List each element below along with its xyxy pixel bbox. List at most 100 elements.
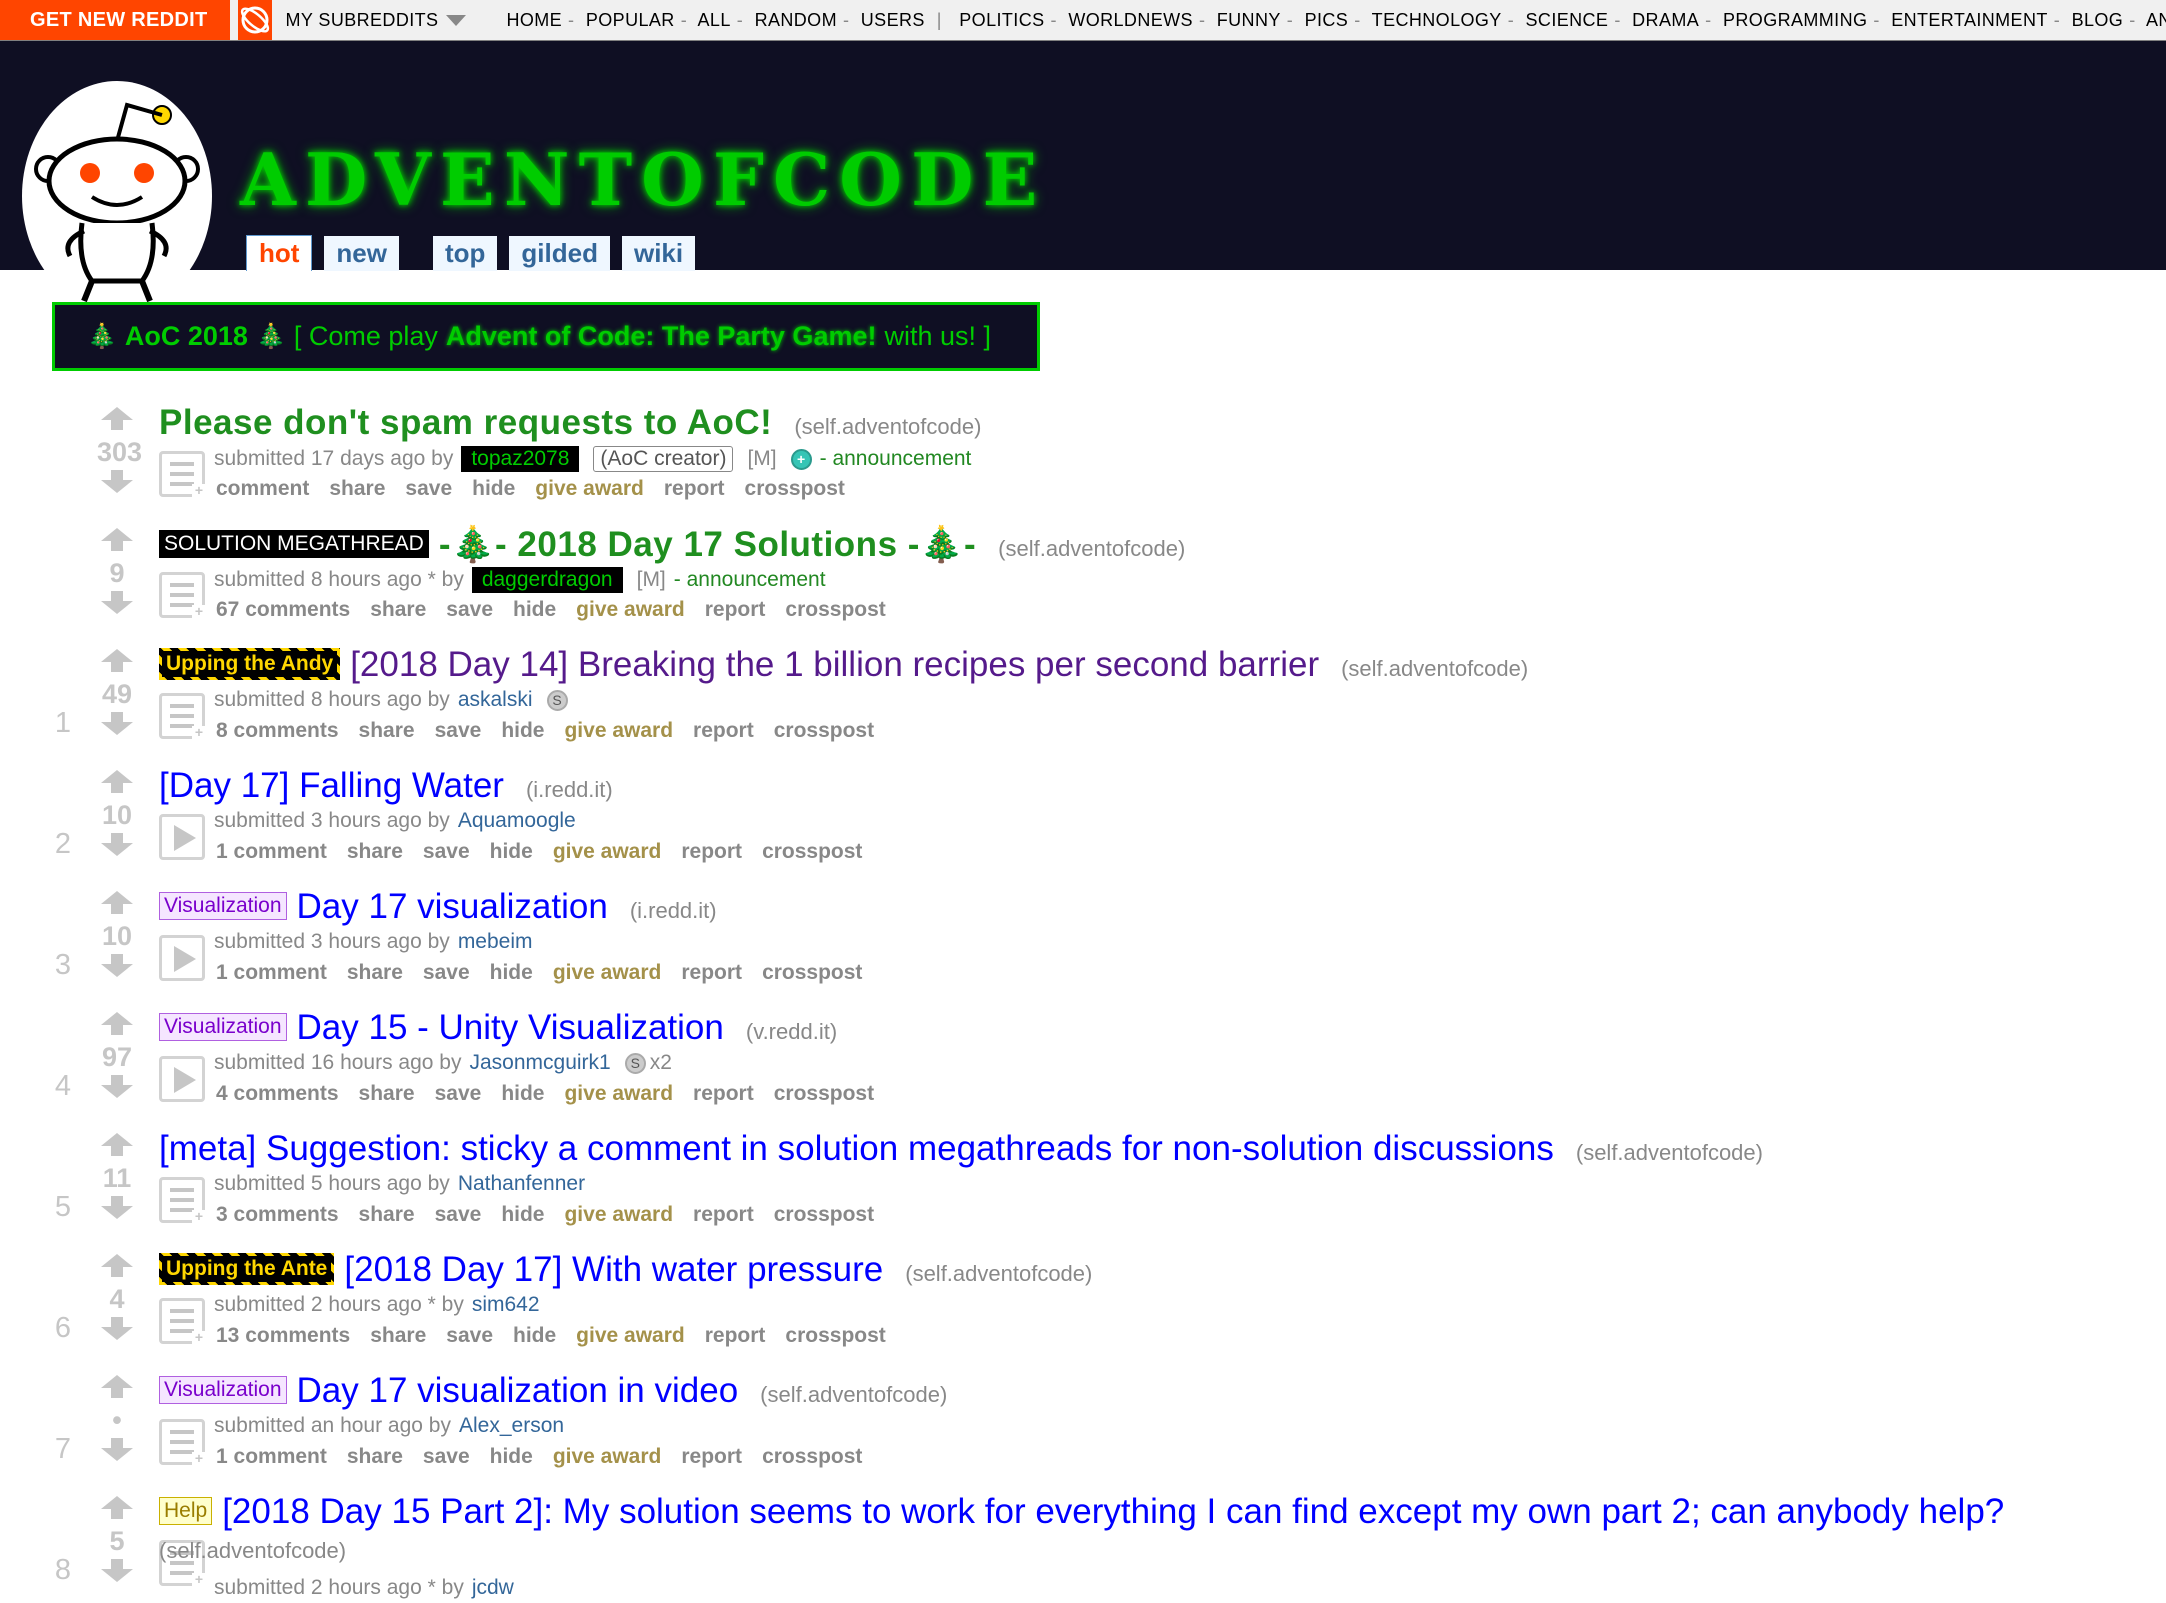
save-button[interactable]: save <box>423 961 470 984</box>
hide-button[interactable]: hide <box>490 961 533 984</box>
share-button[interactable]: share <box>359 1203 415 1226</box>
report-button[interactable]: report <box>693 719 754 742</box>
share-button[interactable]: share <box>329 477 385 500</box>
share-button[interactable]: share <box>370 598 426 621</box>
give-award-button[interactable]: give award <box>564 1082 673 1105</box>
sub-drama[interactable]: DRAMA <box>1632 10 1699 30</box>
hide-button[interactable]: hide <box>513 598 556 621</box>
report-button[interactable]: report <box>681 961 742 984</box>
post-title[interactable]: [Day 17] Falling Water <box>159 766 504 806</box>
downvote-arrow-icon[interactable] <box>101 1559 133 1582</box>
sub-programming[interactable]: PROGRAMMING <box>1723 10 1867 30</box>
upvote-arrow-icon[interactable] <box>101 1133 133 1156</box>
save-button[interactable]: save <box>423 1445 470 1468</box>
post-author[interactable]: mebeim <box>458 930 533 954</box>
crosspost-button[interactable]: crosspost <box>774 719 874 742</box>
hide-button[interactable]: hide <box>501 1203 544 1226</box>
downvote-arrow-icon[interactable] <box>101 1317 133 1340</box>
upvote-arrow-icon[interactable] <box>101 528 133 551</box>
self-post-icon[interactable]: + <box>159 572 206 619</box>
comments-link[interactable]: 13 comments <box>216 1324 350 1347</box>
post-author[interactable]: Jasonmcguirk1 <box>470 1051 611 1075</box>
downvote-arrow-icon[interactable] <box>101 833 133 856</box>
downvote-arrow-icon[interactable] <box>101 470 133 493</box>
downvote-arrow-icon[interactable] <box>101 1438 133 1461</box>
post-flair[interactable]: Help <box>159 1497 213 1525</box>
hide-button[interactable]: hide <box>501 1082 544 1105</box>
give-award-button[interactable]: give award <box>564 1203 673 1226</box>
hide-button[interactable]: hide <box>490 840 533 863</box>
nav-random[interactable]: RANDOM <box>755 10 837 30</box>
downvote-arrow-icon[interactable] <box>101 1196 133 1219</box>
nav-popular[interactable]: POPULAR <box>586 10 675 30</box>
save-button[interactable]: save <box>423 840 470 863</box>
nav-all[interactable]: ALL <box>698 10 731 30</box>
hide-button[interactable]: hide <box>513 1324 556 1347</box>
tab-hot[interactable]: hot <box>246 235 313 271</box>
report-button[interactable]: report <box>664 477 725 500</box>
post-author[interactable]: daggerdragon <box>471 567 623 593</box>
give-award-button[interactable]: give award <box>576 598 685 621</box>
self-post-icon[interactable]: + <box>159 451 206 498</box>
sub-entertainment[interactable]: ENTERTAINMENT <box>1891 10 2048 30</box>
post-flair[interactable]: Visualization <box>159 892 287 920</box>
give-award-button[interactable]: give award <box>553 1445 662 1468</box>
upvote-arrow-icon[interactable] <box>101 1496 133 1519</box>
self-post-icon[interactable]: + <box>159 1419 206 1466</box>
post-author[interactable]: sim642 <box>472 1293 540 1317</box>
report-button[interactable]: report <box>681 1445 742 1468</box>
nav-home[interactable]: HOME <box>506 10 562 30</box>
share-button[interactable]: share <box>359 719 415 742</box>
post-flair[interactable]: Visualization <box>159 1013 287 1041</box>
comments-link[interactable]: 1 comment <box>216 961 327 984</box>
post-flair[interactable]: SOLUTION MEGATHREAD <box>159 530 429 558</box>
post-domain[interactable]: (self.adventofcode) <box>905 1261 1092 1287</box>
give-award-button[interactable]: give award <box>564 719 673 742</box>
sub-politics[interactable]: POLITICS <box>959 10 1044 30</box>
downvote-arrow-icon[interactable] <box>101 591 133 614</box>
reddit-alien-logo[interactable] <box>22 81 212 311</box>
crosspost-button[interactable]: crosspost <box>774 1082 874 1105</box>
report-button[interactable]: report <box>705 1324 766 1347</box>
upvote-arrow-icon[interactable] <box>101 407 133 430</box>
save-button[interactable]: save <box>435 719 482 742</box>
downvote-arrow-icon[interactable] <box>101 954 133 977</box>
post-title[interactable]: -🎄- 2018 Day 17 Solutions -🎄- <box>439 524 976 565</box>
give-award-button[interactable]: give award <box>576 1324 685 1347</box>
nav-users[interactable]: USERS <box>861 10 925 30</box>
self-post-icon[interactable]: + <box>159 1298 206 1345</box>
post-title[interactable]: Day 17 visualization <box>297 887 608 927</box>
post-domain[interactable]: (i.redd.it) <box>630 898 717 924</box>
announcement-flair[interactable]: - announcement <box>820 447 972 471</box>
crosspost-button[interactable]: crosspost <box>762 1445 862 1468</box>
comments-link[interactable]: 8 comments <box>216 719 339 742</box>
tab-gilded[interactable]: gilded <box>509 236 610 271</box>
comments-link[interactable]: comment <box>216 477 309 500</box>
share-button[interactable]: share <box>347 840 403 863</box>
comments-link[interactable]: 3 comments <box>216 1203 339 1226</box>
play-icon[interactable] <box>159 935 205 981</box>
crosspost-button[interactable]: crosspost <box>745 477 845 500</box>
subreddit-name[interactable]: ADVENTOFCODE <box>240 137 1046 222</box>
upvote-arrow-icon[interactable] <box>101 1254 133 1277</box>
hide-button[interactable]: hide <box>501 719 544 742</box>
save-button[interactable]: save <box>446 1324 493 1347</box>
crosspost-button[interactable]: crosspost <box>774 1203 874 1226</box>
upvote-arrow-icon[interactable] <box>101 649 133 672</box>
post-domain[interactable]: (v.redd.it) <box>746 1019 837 1045</box>
post-author[interactable]: askalski <box>458 688 533 712</box>
comments-link[interactable]: 4 comments <box>216 1082 339 1105</box>
crosspost-button[interactable]: crosspost <box>785 1324 885 1347</box>
post-author[interactable]: Alex_erson <box>459 1414 564 1438</box>
post-flair[interactable]: Upping the Ante <box>159 1253 335 1285</box>
crosspost-button[interactable]: crosspost <box>762 840 862 863</box>
comments-link[interactable]: 1 comment <box>216 1445 327 1468</box>
give-award-button[interactable]: give award <box>553 840 662 863</box>
give-award-button[interactable]: give award <box>553 961 662 984</box>
tab-wiki[interactable]: wiki <box>621 236 696 271</box>
crosspost-button[interactable]: crosspost <box>785 598 885 621</box>
hide-button[interactable]: hide <box>472 477 515 500</box>
self-post-icon[interactable]: + <box>159 693 206 740</box>
sub-announcements[interactable]: ANNOUN <box>2146 10 2166 30</box>
sub-science[interactable]: SCIENCE <box>1526 10 1609 30</box>
